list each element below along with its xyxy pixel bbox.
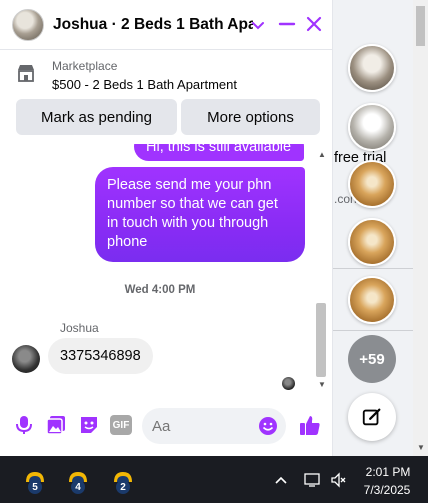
notification-badge: 5 [28, 480, 42, 494]
chat-head-avatar[interactable] [348, 103, 396, 151]
chat-head-avatar[interactable] [348, 44, 396, 92]
listing-title[interactable]: $500 - 2 Beds 1 Bath Apartment [52, 77, 237, 92]
listing-source: Marketplace [52, 59, 118, 73]
message-list[interactable]: Hi, this is still available Please send … [0, 144, 332, 394]
like-icon[interactable] [298, 413, 322, 437]
emoji-icon[interactable] [258, 416, 278, 436]
more-chats-button[interactable]: +59 [348, 335, 396, 383]
more-options-button[interactable]: More options [181, 99, 320, 135]
monitor-icon[interactable] [304, 472, 320, 488]
divider [333, 268, 413, 269]
volume-muted-icon[interactable] [330, 472, 346, 488]
incoming-message[interactable]: 3375346898 [48, 338, 153, 374]
clock-time[interactable]: 2:01 PM [362, 465, 414, 479]
chat-head-avatar[interactable] [348, 218, 396, 266]
minimize-icon[interactable] [276, 13, 298, 35]
new-message-button[interactable] [348, 393, 396, 441]
sticker-icon[interactable] [78, 414, 100, 436]
chat-window: Joshua · 2 Beds 1 Bath Apa... Marketplac… [0, 0, 333, 456]
close-icon[interactable] [303, 13, 325, 35]
mark-as-pending-button[interactable]: Mark as pending [16, 99, 177, 135]
compose-icon [362, 408, 381, 426]
outgoing-message[interactable]: Hi, this is still available [134, 144, 304, 161]
page-scrollbar[interactable] [413, 0, 428, 456]
more-chats-count: +59 [359, 350, 385, 368]
conversation-title[interactable]: Joshua · 2 Beds 1 Bath Apa... [53, 16, 253, 34]
conversation-avatar[interactable] [12, 8, 44, 41]
gif-icon[interactable]: GIF [110, 415, 132, 435]
scroll-down-arrow-icon[interactable]: ▼ [417, 443, 425, 452]
chevron-up-icon[interactable] [273, 472, 289, 488]
scroll-up-arrow-icon[interactable]: ▲ [318, 150, 326, 159]
photo-icon[interactable] [45, 414, 67, 436]
message-scrollbar-thumb[interactable] [316, 303, 326, 377]
clock-date[interactable]: 7/3/2025 [358, 483, 416, 497]
chat-head-avatar[interactable] [348, 160, 396, 208]
chat-head-avatar[interactable] [348, 276, 396, 324]
notification-badge: 4 [71, 480, 85, 494]
read-receipt-avatar [282, 377, 295, 390]
page-scrollbar-thumb[interactable] [416, 6, 425, 46]
notification-badge: 2 [116, 480, 130, 494]
outgoing-message[interactable]: Please send me your phn number so that w… [95, 167, 305, 262]
scroll-down-arrow-icon[interactable]: ▼ [318, 380, 326, 389]
chevron-down-icon[interactable] [250, 17, 266, 33]
marketplace-icon [18, 65, 34, 82]
timestamp-separator: Wed 4:00 PM [124, 284, 196, 296]
microphone-icon[interactable] [13, 414, 35, 436]
sender-name: Joshua [60, 321, 99, 335]
divider [333, 330, 413, 331]
sender-avatar[interactable] [12, 345, 40, 373]
